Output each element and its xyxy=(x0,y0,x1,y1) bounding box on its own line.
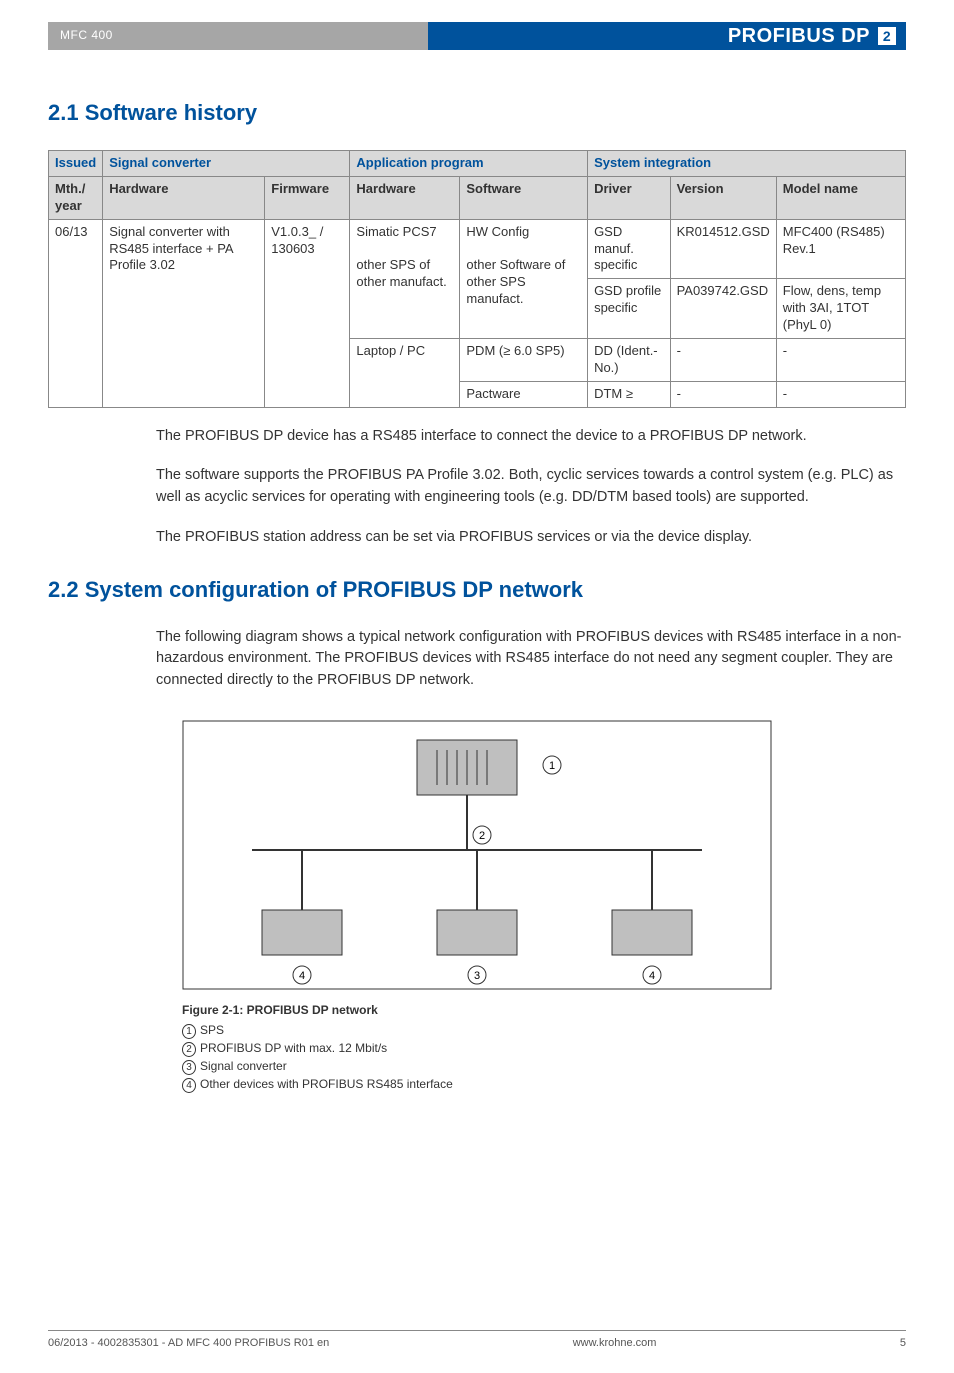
cell-drv2a: DD (Ident.-No.) xyxy=(588,339,671,382)
software-history-table: Issued Signal converter Application prog… xyxy=(48,150,906,408)
legend-4: Other devices with PROFIBUS RS485 interf… xyxy=(200,1077,453,1091)
cell-laptop: Laptop / PC xyxy=(350,339,460,408)
svg-text:2: 2 xyxy=(479,830,485,842)
th-issued: Issued xyxy=(49,151,103,177)
network-diagram: 1 2 4 3 4 Figure 2-1: PROFIBUS DP networ… xyxy=(182,720,772,1093)
header-title-bar: PROFIBUS DP 2 xyxy=(428,22,906,50)
cell-drv2b: DTM ≥ xyxy=(588,381,671,407)
cell-issued: 06/13 xyxy=(49,219,103,407)
footer-right: 5 xyxy=(900,1337,906,1349)
th-mth-year: Mth./ year xyxy=(49,176,103,219)
cell-sw-a: HW Config xyxy=(466,224,529,239)
legend-2: PROFIBUS DP with max. 12 Mbit/s xyxy=(200,1041,387,1055)
paragraph-3: The PROFIBUS station address can be set … xyxy=(156,527,906,549)
legend-1: SPS xyxy=(200,1023,224,1037)
page-footer: 06/2013 - 4002835301 - AD MFC 400 PROFIB… xyxy=(48,1330,906,1349)
cell-ver-b: PA039742.GSD xyxy=(670,279,776,339)
paragraph-4: The following diagram shows a typical ne… xyxy=(156,627,906,692)
cell-app-hw: Simatic PCS7 other SPS of other manufact… xyxy=(350,219,460,338)
cell-ver2a: - xyxy=(670,339,776,382)
svg-text:4: 4 xyxy=(299,970,305,982)
cell-drv-b: GSD profile specific xyxy=(588,279,671,339)
cell-ver-a: KR014512.GSD xyxy=(670,219,776,279)
figure-caption: Figure 2-1: PROFIBUS DP network xyxy=(182,1003,772,1017)
section-badge: 2 xyxy=(878,27,896,45)
cell-app-hw-a: Simatic PCS7 xyxy=(356,224,436,239)
cell-ver2b: - xyxy=(670,381,776,407)
th-signal-converter: Signal converter xyxy=(103,151,350,177)
heading-2-1: 2.1 Software history xyxy=(48,100,906,126)
cell-mdl-b: Flow, dens, temp with 3AI, 1TOT (PhyL 0) xyxy=(776,279,905,339)
th-version: Version xyxy=(670,176,776,219)
cell-sw2b: Pactware xyxy=(460,381,588,407)
figure-legend: 1SPS 2PROFIBUS DP with max. 12 Mbit/s 3S… xyxy=(182,1021,772,1093)
th-app-hardware: Hardware xyxy=(350,176,460,219)
header-device: MFC 400 xyxy=(48,22,428,50)
cell-app-hw-b: other SPS of other manufact. xyxy=(356,257,446,289)
cell-hw: Signal converter with RS485 interface + … xyxy=(103,219,265,407)
cell-mdl-a: MFC400 (RS485) Rev.1 xyxy=(776,219,905,279)
th-firmware: Firmware xyxy=(265,176,350,219)
cell-mdl2b: - xyxy=(776,381,905,407)
th-software: Software xyxy=(460,176,588,219)
heading-2-2: 2.2 System configuration of PROFIBUS DP … xyxy=(48,577,906,603)
th-model-name: Model name xyxy=(776,176,905,219)
paragraph-1: The PROFIBUS DP device has a RS485 inter… xyxy=(156,426,906,448)
cell-drv-a: GSD manuf. specific xyxy=(588,219,671,279)
svg-text:3: 3 xyxy=(474,970,480,982)
footer-left: 06/2013 - 4002835301 - AD MFC 400 PROFIB… xyxy=(48,1337,329,1349)
legend-3: Signal converter xyxy=(200,1059,287,1073)
page-header: MFC 400 PROFIBUS DP 2 xyxy=(48,22,906,50)
paragraph-2: The software supports the PROFIBUS PA Pr… xyxy=(156,465,906,509)
th-hardware: Hardware xyxy=(103,176,265,219)
th-driver: Driver xyxy=(588,176,671,219)
th-application-program: Application program xyxy=(350,151,588,177)
cell-mdl2a: - xyxy=(776,339,905,382)
header-title: PROFIBUS DP xyxy=(728,25,870,48)
footer-center: www.krohne.com xyxy=(573,1337,657,1349)
cell-sw2a: PDM (≥ 6.0 SP5) xyxy=(460,339,588,382)
th-system-integration: System integration xyxy=(588,151,906,177)
cell-sw: HW Config other Software of other SPS ma… xyxy=(460,219,588,338)
cell-sw-b: other Software of other SPS manufact. xyxy=(466,257,565,306)
cell-fw: V1.0.3_ / 130603 xyxy=(265,219,350,407)
svg-text:4: 4 xyxy=(649,970,655,982)
svg-text:1: 1 xyxy=(549,760,555,772)
